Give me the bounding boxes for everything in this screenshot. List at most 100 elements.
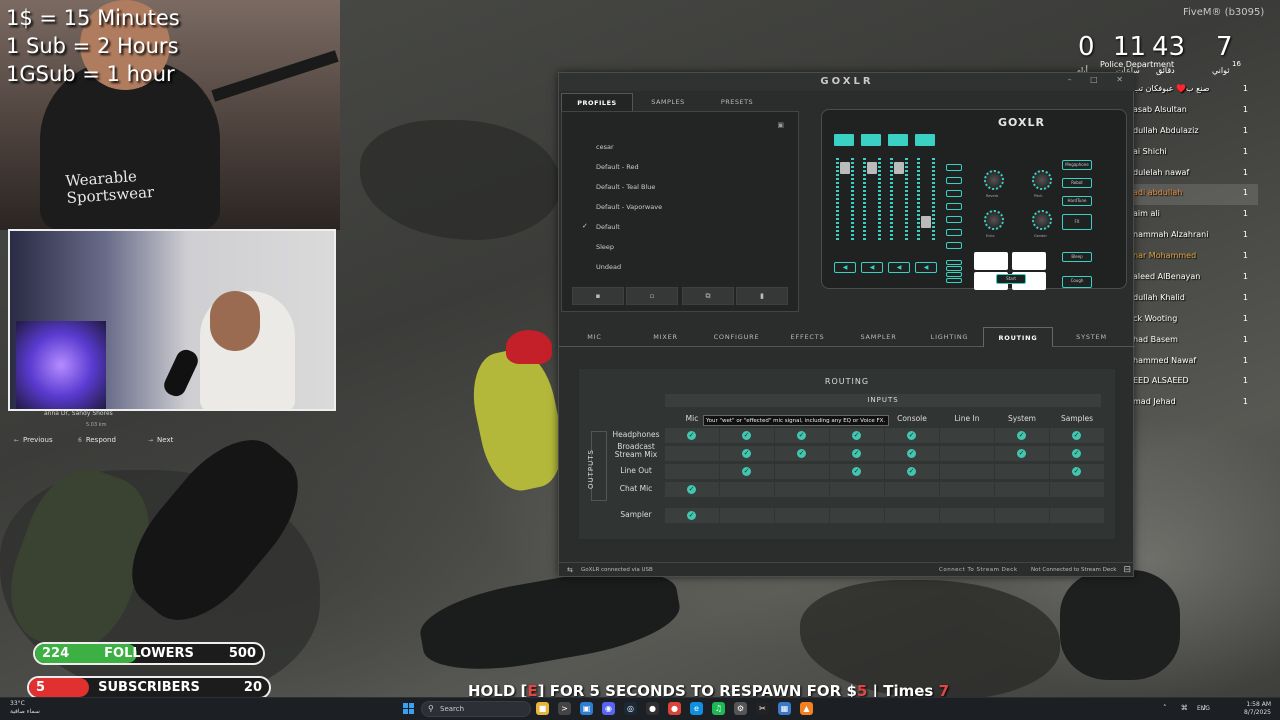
routing-cell[interactable] (885, 508, 939, 523)
routing-cell[interactable] (775, 464, 829, 479)
routing-cell[interactable] (665, 446, 719, 461)
routing-cell[interactable]: ✓ (995, 446, 1049, 461)
window-controls[interactable]: – □ ✕ (1068, 75, 1131, 84)
routing-cell[interactable] (940, 428, 994, 443)
profile-item[interactable]: Default (596, 223, 620, 231)
delete-icon[interactable]: ▮ (736, 287, 788, 305)
tab-presets[interactable]: PRESETS (701, 93, 773, 111)
routing-cell[interactable] (665, 464, 719, 479)
routing-cell[interactable]: ✓ (995, 428, 1049, 443)
profile-item[interactable]: Undead (596, 263, 621, 271)
tab-profiles[interactable]: PROFILES (561, 93, 633, 111)
routing-cell[interactable] (940, 508, 994, 523)
profile-item[interactable]: Default - Vaporwave (596, 203, 662, 211)
routing-cell[interactable]: ✓ (885, 464, 939, 479)
routing-cell[interactable] (1050, 482, 1104, 497)
tab-mic[interactable]: MIC (559, 327, 630, 347)
routing-cell[interactable]: ✓ (885, 446, 939, 461)
respond-button[interactable]: 6 Respond (78, 436, 116, 444)
tab-mixer[interactable]: MIXER (630, 327, 701, 347)
store-icon[interactable]: ▣ (580, 702, 593, 715)
tab-configure[interactable]: CONFIGURE (701, 327, 772, 347)
clock-time: 1:58 AM (1246, 701, 1271, 708)
routing-cell[interactable]: ✓ (665, 482, 719, 497)
routing-cell[interactable] (775, 508, 829, 523)
routing-cell[interactable] (940, 464, 994, 479)
effect-knob (1032, 170, 1052, 190)
routing-cell[interactable]: ✓ (775, 446, 829, 461)
photos-icon[interactable]: ▦ (778, 702, 791, 715)
routing-cell[interactable] (775, 482, 829, 497)
routing-cell[interactable]: ✓ (830, 428, 884, 443)
save-icon[interactable]: ▪ (572, 287, 624, 305)
routing-cell[interactable] (720, 508, 774, 523)
routing-cell[interactable] (1050, 508, 1104, 523)
chrome-icon[interactable]: ● (668, 702, 681, 715)
routing-cell[interactable] (720, 482, 774, 497)
routing-cell[interactable] (940, 482, 994, 497)
routing-cell[interactable] (995, 482, 1049, 497)
capcut-icon[interactable]: ✂ (756, 702, 769, 715)
profile-item[interactable]: Default - Teal Blue (596, 183, 655, 191)
routing-cell[interactable]: ✓ (830, 464, 884, 479)
camera-icon[interactable]: ▣ (777, 121, 784, 129)
weather-widget[interactable]: 33°C سماء صافية (10, 700, 40, 716)
list-item: nar Mohammed 1 (1133, 247, 1258, 268)
fivem-icon[interactable]: ▲ (800, 702, 813, 715)
routing-cell[interactable] (940, 446, 994, 461)
routing-cell[interactable]: ✓ (665, 428, 719, 443)
tab-system[interactable]: SYSTEM (1056, 327, 1127, 347)
timer-value: 11 (1113, 32, 1147, 62)
taskbar-search[interactable]: ⚲ Search (421, 701, 531, 717)
routing-cell[interactable]: ✓ (830, 446, 884, 461)
search-placeholder: Search (440, 705, 465, 713)
scribble-screen (888, 134, 908, 146)
file-explorer-icon[interactable]: ■ (536, 702, 549, 715)
player-count: 1 (1242, 251, 1248, 261)
profile-item[interactable]: Default - Red (596, 163, 639, 171)
connect-stream-deck-button[interactable]: Connect To Stream Deck (939, 567, 1018, 573)
spotify-icon[interactable]: ♫ (712, 702, 725, 715)
language-indicator[interactable]: ENG (1197, 705, 1210, 712)
routing-cell[interactable]: ✓ (1050, 428, 1104, 443)
tab-lighting[interactable]: LIGHTING (914, 327, 985, 347)
profile-item[interactable]: Sleep (596, 243, 614, 251)
routing-cell[interactable] (830, 508, 884, 523)
tab-routing[interactable]: ROUTING (983, 327, 1053, 347)
shirt-text: Wearable Sportswear (65, 167, 155, 207)
subscribers-goal-bar: 5 SUBSCRIBERS 20 (27, 676, 271, 699)
discord-icon[interactable]: ◉ (602, 702, 615, 715)
window-titlebar[interactable]: GOXLR – □ ✕ (559, 73, 1135, 91)
duplicate-icon[interactable]: ⧉ (682, 287, 734, 305)
routing-cell[interactable] (830, 482, 884, 497)
routing-cell[interactable]: ✓ (1050, 446, 1104, 461)
routing-cell[interactable]: ✓ (720, 428, 774, 443)
clock[interactable]: 1:58 AM 8/7/2025 (1243, 701, 1271, 717)
profile-item[interactable]: cesar (596, 143, 614, 151)
new-file-icon[interactable]: ▫ (626, 287, 678, 305)
routing-cell[interactable]: ✓ (720, 464, 774, 479)
check-icon: ✓ (687, 511, 696, 520)
tab-sampler[interactable]: SAMPLER (843, 327, 914, 347)
previous-button[interactable]: ← Previous (14, 436, 53, 444)
routing-cell[interactable]: ✓ (1050, 464, 1104, 479)
tab-effects[interactable]: EFFECTS (772, 327, 843, 347)
routing-cell[interactable]: ✓ (775, 428, 829, 443)
resize-grip-icon[interactable]: ⊟ (1123, 565, 1131, 575)
player-count: 1 (1242, 230, 1248, 240)
steam-icon[interactable]: ◎ (624, 702, 637, 715)
windows-start-icon[interactable] (403, 703, 414, 714)
routing-cell[interactable] (885, 482, 939, 497)
edge-icon[interactable]: e (690, 702, 703, 715)
terminal-icon[interactable]: > (558, 702, 571, 715)
vu-meter (917, 156, 920, 240)
obs-icon[interactable]: ● (646, 702, 659, 715)
tab-samples[interactable]: SAMPLES (633, 93, 703, 111)
routing-cell[interactable]: ✓ (665, 508, 719, 523)
settings-icon[interactable]: ⚙ (734, 702, 747, 715)
routing-cell[interactable]: ✓ (720, 446, 774, 461)
routing-cell[interactable] (995, 508, 1049, 523)
routing-cell[interactable] (995, 464, 1049, 479)
next-button[interactable]: → Next (148, 436, 173, 444)
routing-cell[interactable]: ✓ (885, 428, 939, 443)
